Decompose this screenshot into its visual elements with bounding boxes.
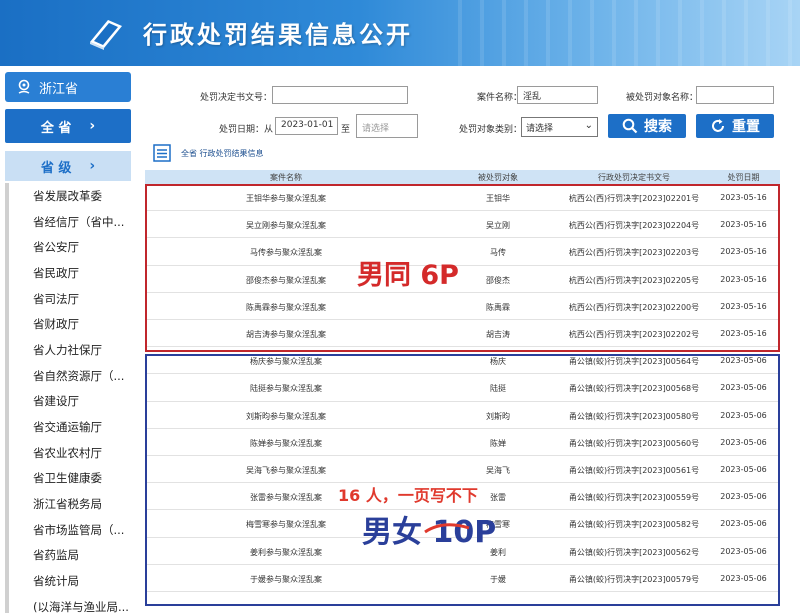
date-to-input[interactable]: 请选择	[356, 114, 418, 138]
breadcrumb-text: 全省 行政处罚结果信息	[181, 148, 264, 158]
sidebar-item[interactable]: 省公安厅	[9, 234, 131, 260]
target-name-label: 被处罚对象名称：	[626, 93, 699, 103]
province-level-label: 省 级	[40, 160, 72, 176]
sidebar-item[interactable]: 省自然资源厅（...	[9, 363, 131, 389]
page-title: 行政处罚结果信息公开	[143, 21, 413, 49]
column-header-date: 处罚日期	[727, 173, 760, 182]
province-selector[interactable]: 浙江省	[5, 72, 131, 102]
banner-decoration	[440, 0, 800, 66]
all-province-label: 全 省	[40, 120, 72, 136]
reset-button[interactable]: 重置	[696, 114, 774, 138]
sidebar-item[interactable]: 省统计局	[9, 568, 131, 594]
note-annotation: 16 人，一页写不下	[338, 486, 478, 505]
column-header-target: 被处罚对象	[478, 173, 518, 182]
target-type-select[interactable]: 请选择 ⌄	[521, 117, 598, 137]
sidebar-item[interactable]: (以海洋与渔业局...	[9, 594, 131, 613]
refresh-icon	[712, 119, 724, 132]
sidebar-item[interactable]: 浙江省税务局	[9, 491, 131, 517]
target-type-value: 请选择	[526, 124, 554, 134]
sidebar-item[interactable]: 省人力社保厅	[9, 337, 131, 363]
blue-annotation-prefix: 男女	[362, 515, 433, 550]
date-from-input[interactable]: 2023-01-01	[275, 117, 338, 135]
sidebar-item[interactable]: 省司法厅	[9, 286, 131, 312]
doc-number-input[interactable]	[272, 86, 408, 104]
sidebar: 浙江省 全 省 › 省 级 › 省发展改革委 省经信厅（省中... 省公安厅 省民政厅…	[5, 72, 131, 613]
table-header: 案件名称 被处罚对象 行政处罚决定书文号 处罚日期	[145, 170, 780, 184]
sidebar-item[interactable]: 省发展改革委	[9, 183, 131, 209]
sidebar-item[interactable]: 省经信厅（省中...	[9, 209, 131, 235]
book-logo-icon	[90, 20, 122, 50]
sidebar-item[interactable]: 省建设厅	[9, 389, 131, 415]
column-header-case-name: 案件名称	[270, 173, 302, 182]
chevron-right-icon: ›	[89, 118, 96, 134]
doc-number-label: 处罚决定书文号：	[200, 93, 273, 103]
list-icon	[153, 144, 171, 162]
strikethrough-mark	[424, 523, 470, 534]
search-button[interactable]: 搜索	[608, 114, 686, 138]
target-name-input[interactable]	[696, 86, 774, 104]
province-label: 浙江省	[39, 81, 79, 97]
sidebar-item[interactable]: 省卫生健康委	[9, 466, 131, 492]
target-type-label: 处罚对象类别：	[459, 125, 523, 135]
red-annotation: 男同 6P	[357, 260, 459, 291]
sidebar-item[interactable]: 省药监局	[9, 543, 131, 569]
date-label: 处罚日期：从	[219, 125, 274, 135]
search-icon	[622, 118, 638, 134]
case-name-label: 案件名称：	[477, 93, 523, 103]
search-button-label: 搜索	[644, 119, 672, 135]
column-header-doc-number: 行政处罚决定书文号	[598, 173, 670, 182]
header-banner: 行政处罚结果信息公开	[0, 0, 800, 66]
sidebar-item[interactable]: 省交通运输厅	[9, 414, 131, 440]
sidebar-item[interactable]: 省农业农村厅	[9, 440, 131, 466]
date-to-label: 至	[341, 125, 351, 135]
sidebar-item[interactable]: 省市场监管局（...	[9, 517, 131, 543]
case-name-input[interactable]: 淫乱	[517, 86, 598, 104]
reset-button-label: 重置	[732, 119, 760, 135]
breadcrumb: 全省 行政处罚结果信息	[153, 144, 264, 162]
all-province-button[interactable]: 全 省 ›	[5, 109, 131, 143]
blue-highlight-box	[145, 354, 780, 606]
province-level-button[interactable]: 省 级 ›	[5, 151, 131, 181]
sidebar-item[interactable]: 省财政厅	[9, 311, 131, 337]
sidebar-item[interactable]: 省民政厅	[9, 260, 131, 286]
chevron-down-icon: ⌄	[584, 120, 593, 131]
chevron-right-icon: ›	[89, 158, 96, 174]
location-pin-icon	[18, 79, 30, 94]
department-list: 省发展改革委 省经信厅（省中... 省公安厅 省民政厅 省司法厅 省财政厅 省人力社保厅 省自…	[5, 183, 131, 613]
red-highlight-box	[145, 184, 780, 352]
